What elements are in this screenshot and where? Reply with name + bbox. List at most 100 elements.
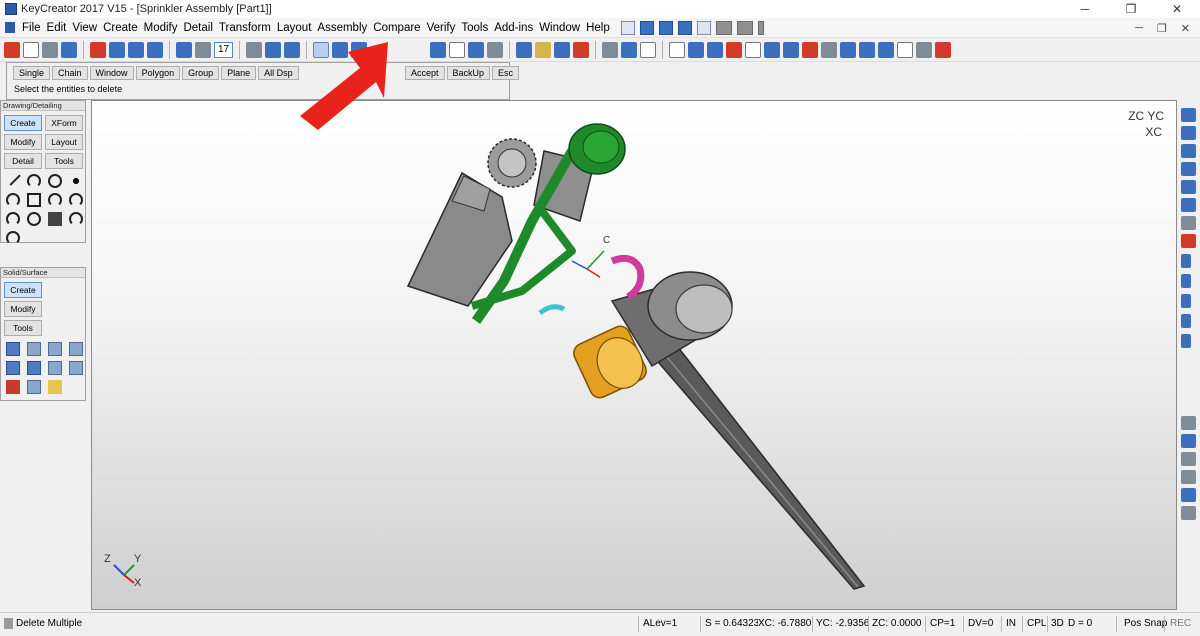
- table-icon[interactable]: [707, 41, 724, 58]
- label-icon[interactable]: [783, 41, 800, 58]
- extrude-icon[interactable]: [27, 342, 41, 356]
- group-button[interactable]: Group: [182, 66, 220, 80]
- fit-view-icon[interactable]: [1181, 506, 1196, 520]
- sweep-icon[interactable]: [69, 342, 83, 356]
- plane-button[interactable]: Plane: [221, 66, 257, 80]
- drawing-xform-button[interactable]: XForm: [45, 115, 83, 131]
- undo-icon[interactable]: [715, 20, 732, 35]
- solid-create-button[interactable]: Create: [4, 282, 42, 298]
- snap-icon[interactable]: [430, 41, 447, 58]
- view-back-icon[interactable]: [1181, 198, 1196, 212]
- menu-modify[interactable]: Modify: [141, 22, 181, 34]
- print-icon[interactable]: [677, 20, 692, 35]
- view-bottom-icon[interactable]: [1181, 180, 1196, 194]
- rectangle-icon[interactable]: [27, 193, 41, 207]
- conic-icon[interactable]: [48, 193, 62, 207]
- plane-icon[interactable]: [468, 41, 485, 58]
- menu-verify[interactable]: Verify: [424, 22, 459, 34]
- solid-icon[interactable]: [516, 41, 533, 58]
- menu-tools[interactable]: Tools: [458, 22, 491, 34]
- window-select-icon[interactable]: [449, 41, 466, 58]
- document-icon[interactable]: [5, 22, 15, 33]
- drawing-icon[interactable]: [669, 41, 686, 58]
- solid-modify-button[interactable]: Modify: [4, 301, 42, 317]
- flag-icon[interactable]: [802, 41, 819, 58]
- zoom-out-icon[interactable]: [1181, 470, 1196, 484]
- box-primitive-icon[interactable]: [6, 342, 20, 356]
- level-manager-icon[interactable]: [176, 41, 192, 58]
- offset-icon[interactable]: [6, 212, 20, 226]
- polygon-button[interactable]: Polygon: [135, 66, 181, 80]
- shell-icon[interactable]: [27, 361, 41, 375]
- boolean-icon[interactable]: [6, 380, 20, 394]
- render-icon[interactable]: [61, 41, 77, 58]
- accept-button[interactable]: Accept: [405, 66, 445, 80]
- pan-icon[interactable]: [1181, 434, 1196, 448]
- axis-icon-5[interactable]: [1181, 334, 1191, 348]
- axis-icon-2[interactable]: [1181, 274, 1191, 288]
- status-rec[interactable]: REC: [1170, 618, 1191, 629]
- redo-icon[interactable]: [736, 20, 753, 35]
- line-icon[interactable]: [5, 170, 21, 186]
- close-button[interactable]: ✕: [1154, 0, 1200, 18]
- new-file-icon[interactable]: [620, 20, 635, 35]
- shaded-view-icon[interactable]: [313, 41, 330, 58]
- rotate-icon[interactable]: [265, 41, 282, 58]
- menu-view[interactable]: View: [69, 22, 100, 34]
- drawing-create-button[interactable]: Create: [4, 115, 42, 131]
- layer-list-icon[interactable]: [109, 41, 125, 58]
- open-file-icon[interactable]: [639, 20, 654, 35]
- level-icon[interactable]: [195, 41, 211, 58]
- cross-icon[interactable]: [935, 41, 952, 58]
- menu-assembly[interactable]: Assembly: [314, 22, 370, 34]
- freehand-icon[interactable]: [6, 231, 20, 245]
- axis-icon-1[interactable]: [1181, 254, 1191, 268]
- zoom-in-icon[interactable]: [1181, 452, 1196, 466]
- axis-icon-3[interactable]: [1181, 294, 1191, 308]
- export-page-icon[interactable]: [897, 41, 914, 58]
- drawing-modify-button[interactable]: Modify: [4, 134, 42, 150]
- menu-detail[interactable]: Detail: [180, 22, 215, 34]
- restore-button[interactable]: ❐: [1108, 0, 1154, 18]
- zoom-window-icon[interactable]: [1181, 488, 1196, 502]
- view-front-icon[interactable]: [1181, 126, 1196, 140]
- status-3d[interactable]: 3D: [1051, 618, 1064, 629]
- surface-icon[interactable]: [554, 41, 571, 58]
- escape-button[interactable]: Esc: [492, 66, 520, 80]
- fillet-icon[interactable]: [6, 193, 20, 207]
- view-custom-icon[interactable]: [1181, 216, 1196, 230]
- trim-icon[interactable]: [573, 41, 590, 58]
- point-icon[interactable]: [69, 174, 83, 188]
- polygon-icon[interactable]: [69, 212, 83, 226]
- line-style-icon[interactable]: [147, 41, 163, 58]
- menu-add-ins[interactable]: Add-ins: [491, 22, 536, 34]
- attributes-icon[interactable]: [621, 41, 638, 58]
- wireframe-icon[interactable]: [332, 41, 349, 58]
- minimize-button[interactable]: ─: [1062, 0, 1108, 18]
- circle-icon[interactable]: [48, 174, 62, 188]
- split-icon[interactable]: [27, 380, 41, 394]
- window-button[interactable]: Window: [89, 66, 134, 80]
- color-icon[interactable]: [128, 41, 144, 58]
- chart-icon[interactable]: [764, 41, 781, 58]
- info-icon[interactable]: [640, 41, 657, 58]
- measure-icon[interactable]: [535, 41, 552, 58]
- layer-icon[interactable]: [90, 41, 106, 58]
- menu-transform[interactable]: Transform: [216, 22, 274, 34]
- view-section-icon[interactable]: [1181, 234, 1196, 248]
- status-cpl[interactable]: CPL: [1027, 618, 1046, 629]
- delete-icon[interactable]: [4, 41, 20, 58]
- wrench-icon[interactable]: [821, 41, 838, 58]
- view-iso-icon[interactable]: [1181, 162, 1196, 176]
- menu-window[interactable]: Window: [536, 22, 583, 34]
- distance-icon[interactable]: [42, 41, 58, 58]
- triangle-icon[interactable]: [23, 41, 39, 58]
- drawing-layout-button[interactable]: Layout: [45, 134, 83, 150]
- drawing-detail-button[interactable]: Detail: [4, 153, 42, 169]
- tools-icon[interactable]: [602, 41, 619, 58]
- level-dropdown[interactable]: 17: [214, 41, 234, 58]
- solid-tools-button[interactable]: Tools: [4, 320, 42, 336]
- menu-compare[interactable]: Compare: [370, 22, 423, 34]
- axis-icon-4[interactable]: [1181, 314, 1191, 328]
- feature-icon[interactable]: [48, 380, 62, 394]
